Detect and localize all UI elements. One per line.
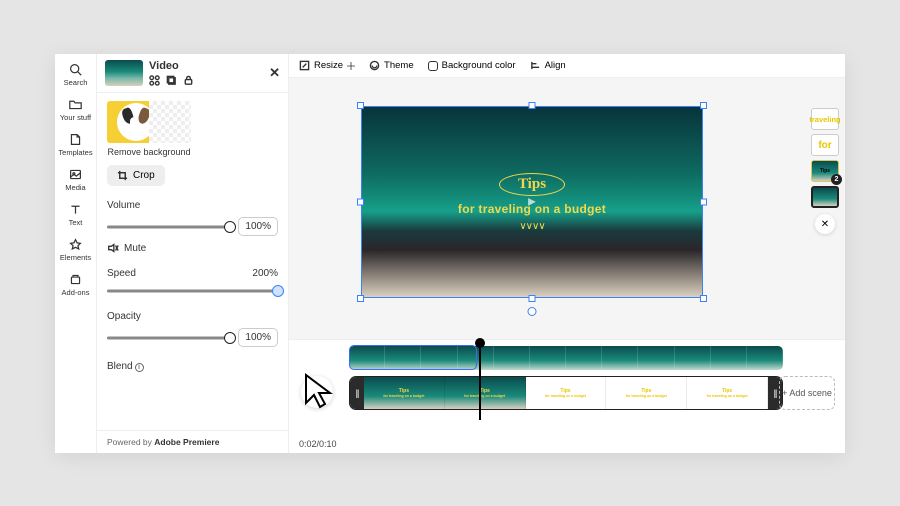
- scene-track[interactable]: || Tipsfor traveling on a budget Tipsfor…: [349, 376, 783, 410]
- volume-label: Volume: [107, 200, 140, 211]
- sparkle-icon: [347, 62, 355, 70]
- rail-media[interactable]: Media: [65, 167, 85, 192]
- opacity-value[interactable]: 100%: [238, 328, 278, 347]
- speed-value: 200%: [252, 268, 278, 279]
- bgcolor-button[interactable]: Background color: [428, 60, 516, 71]
- play-button[interactable]: [301, 376, 333, 408]
- scene-clip-4[interactable]: Tipsfor traveling on a budget: [606, 377, 687, 409]
- play-icon: [311, 386, 323, 398]
- scene-clip-3[interactable]: Tipsfor traveling on a budget: [526, 377, 607, 409]
- resize-handle-br[interactable]: [700, 295, 707, 302]
- align-icon: [530, 60, 541, 71]
- left-rail: Search Your stuff Templates Media Text E…: [55, 54, 97, 453]
- rail-text[interactable]: Text: [69, 202, 83, 227]
- crop-button[interactable]: Crop: [107, 165, 165, 186]
- scene-clip-1[interactable]: Tipsfor traveling on a budget: [364, 377, 445, 409]
- elements-icon: [68, 237, 82, 251]
- component-icon[interactable]: [149, 75, 160, 86]
- panel-footer: Powered by Adobe Premiere: [97, 430, 288, 453]
- rail-label: Elements: [60, 253, 91, 262]
- video-track-selection[interactable]: [349, 345, 477, 370]
- panel-thumbnail[interactable]: [105, 60, 143, 86]
- bg-swatch-icon: [428, 61, 438, 71]
- rail-elements[interactable]: Elements: [60, 237, 91, 262]
- duplicate-icon[interactable]: [166, 75, 177, 86]
- resize-handle-tl[interactable]: [357, 102, 364, 109]
- panel-title: Video: [149, 60, 179, 72]
- align-button[interactable]: Align: [530, 60, 566, 71]
- opacity-slider[interactable]: [107, 332, 230, 344]
- resize-handle-tm[interactable]: [529, 102, 536, 109]
- crop-label: Crop: [133, 170, 155, 181]
- scene-thumbnails: traveling for Tips 2 ✕: [811, 108, 839, 234]
- resize-handle-tr[interactable]: [700, 102, 707, 109]
- folder-icon: [69, 97, 83, 111]
- time-display: 0:02/0:10: [299, 439, 337, 449]
- text-icon: [69, 202, 83, 216]
- rail-label: Search: [64, 78, 88, 87]
- selected-video-frame[interactable]: Tips ▶ for traveling on a budget ∨∨∨∨: [361, 106, 703, 298]
- rail-label: Add-ons: [62, 288, 90, 297]
- speed-slider[interactable]: [107, 285, 278, 297]
- remove-bg-preview: [107, 101, 191, 143]
- resize-handle-bm[interactable]: [529, 295, 536, 302]
- templates-icon: [69, 132, 83, 146]
- mute-icon: [107, 242, 119, 254]
- crop-icon: [117, 170, 128, 181]
- search-icon: [68, 62, 82, 76]
- rail-search[interactable]: Search: [64, 62, 88, 87]
- volume-slider[interactable]: [107, 221, 230, 233]
- main-area: Resize Theme Background color Align Tips…: [289, 54, 845, 453]
- resize-button[interactable]: Resize: [299, 60, 355, 71]
- remove-bg-label: Remove background: [107, 147, 191, 157]
- rotate-handle[interactable]: [528, 307, 537, 316]
- thumb-badge: 2: [831, 174, 842, 185]
- lock-icon[interactable]: [183, 75, 194, 86]
- selection-outline: [361, 106, 703, 298]
- thumb-4-active[interactable]: [811, 186, 839, 208]
- addons-icon: [69, 272, 83, 286]
- rail-label: Templates: [58, 148, 92, 157]
- resize-handle-ml[interactable]: [357, 199, 364, 206]
- panel-body: Remove background Crop Volume 100% Mute: [97, 92, 288, 430]
- blend-label: Blendi: [107, 361, 144, 372]
- remove-background[interactable]: Remove background: [107, 101, 278, 157]
- media-icon: [69, 167, 83, 181]
- thumb-2[interactable]: for: [811, 134, 839, 156]
- info-icon[interactable]: i: [135, 363, 144, 372]
- volume-value[interactable]: 100%: [238, 217, 278, 236]
- canvas[interactable]: Tips ▶ for traveling on a budget ∨∨∨∨ tr…: [289, 78, 845, 339]
- canvas-toolbar: Resize Theme Background color Align: [289, 54, 845, 78]
- footer-brand: Adobe Premiere: [154, 437, 219, 447]
- properties-panel: Video ✕ Remove background Crop Volume: [97, 54, 289, 453]
- add-scene-button[interactable]: + Add scene: [779, 376, 835, 410]
- theme-icon: [369, 60, 380, 71]
- scene-clip-2[interactable]: Tipsfor traveling on a budget: [445, 377, 526, 409]
- panel-header: Video ✕: [97, 54, 288, 92]
- close-thumbs-button[interactable]: ✕: [815, 214, 835, 234]
- rail-label: Media: [65, 183, 85, 192]
- resize-handle-mr[interactable]: [700, 199, 707, 206]
- speed-label: Speed: [107, 268, 136, 279]
- theme-button[interactable]: Theme: [369, 60, 414, 71]
- thumb-1[interactable]: traveling: [811, 108, 839, 130]
- mute-toggle[interactable]: Mute: [107, 242, 278, 254]
- app-window: Search Your stuff Templates Media Text E…: [55, 54, 845, 453]
- close-panel-button[interactable]: ✕: [269, 65, 280, 81]
- playhead[interactable]: [479, 342, 481, 420]
- rail-templates[interactable]: Templates: [58, 132, 92, 157]
- timeline: || Tipsfor traveling on a budget Tipsfor…: [289, 339, 845, 453]
- rail-addons[interactable]: Add-ons: [62, 272, 90, 297]
- thumb-3[interactable]: Tips 2: [811, 160, 839, 182]
- resize-handle-bl[interactable]: [357, 295, 364, 302]
- trim-handle-left[interactable]: ||: [350, 377, 364, 409]
- rail-label: Your stuff: [60, 113, 91, 122]
- opacity-label: Opacity: [107, 311, 141, 322]
- rail-label: Text: [69, 218, 83, 227]
- mute-label: Mute: [124, 243, 146, 254]
- rail-your-stuff[interactable]: Your stuff: [60, 97, 91, 122]
- scene-clip-5[interactable]: Tipsfor traveling on a budget: [687, 377, 768, 409]
- resize-icon: [299, 60, 310, 71]
